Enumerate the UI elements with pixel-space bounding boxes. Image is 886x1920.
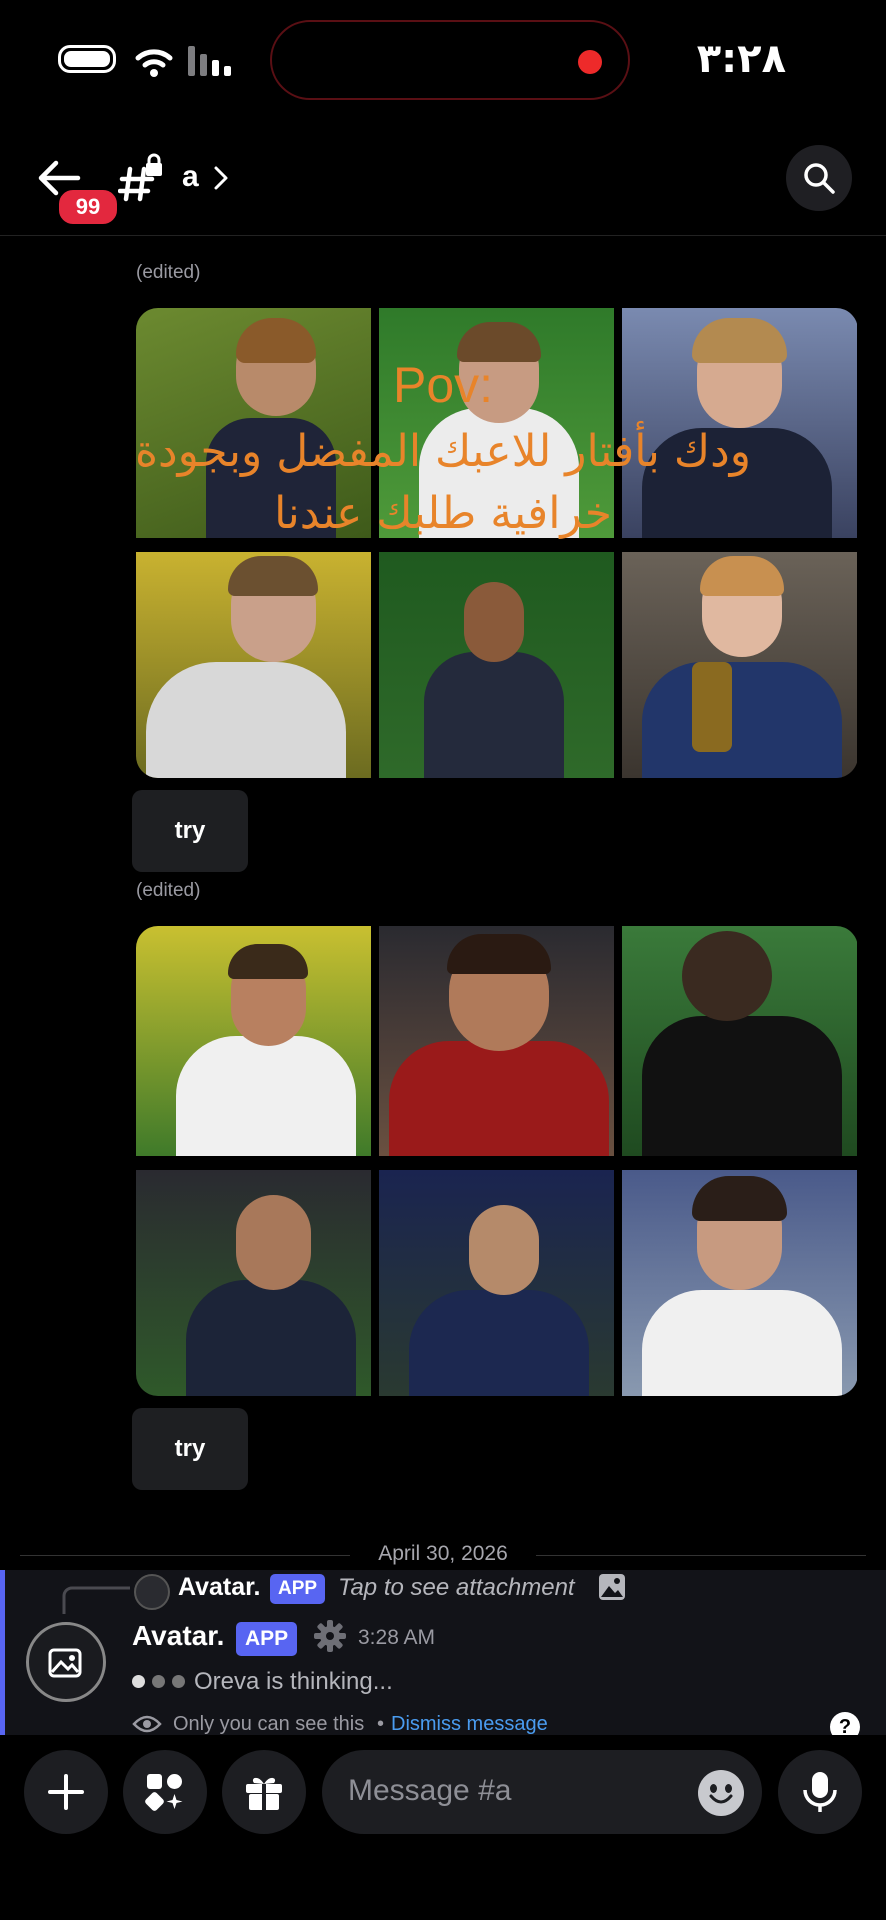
apps-button[interactable] xyxy=(123,1750,207,1834)
gear-icon xyxy=(314,1620,346,1652)
image-tile[interactable] xyxy=(622,552,857,778)
emoji-icon[interactable] xyxy=(698,1770,744,1816)
chevron-right-icon[interactable] xyxy=(212,165,230,191)
ephemeral-notice: Only you can see this • Dismiss message … xyxy=(0,1700,886,1735)
app-tag: APP xyxy=(236,1622,298,1656)
date-divider-label: April 30, 2026 xyxy=(378,1542,508,1565)
image-tile[interactable] xyxy=(379,926,614,1156)
separator-dot: • xyxy=(377,1713,385,1735)
edited-label: (edited) xyxy=(136,880,201,901)
image-tile[interactable] xyxy=(379,1170,614,1396)
edited-label: (edited) xyxy=(136,262,201,283)
message-timestamp: 3:28 AM xyxy=(358,1626,436,1649)
reply-avatar xyxy=(134,1574,170,1610)
image-tile[interactable] xyxy=(136,552,371,778)
typing-dots-icon xyxy=(132,1675,190,1689)
overlay-subtitle: خرافية طلبك عندنا xyxy=(274,488,612,539)
cellular-signal-icon xyxy=(188,46,231,76)
reply-text[interactable]: Tap to see attachment xyxy=(338,1574,575,1602)
overlay-title: Pov: xyxy=(392,357,494,413)
image-tile[interactable] xyxy=(136,926,371,1156)
date-divider: April 30, 2026 xyxy=(20,1540,866,1570)
gift-icon xyxy=(246,1777,282,1810)
plus-icon xyxy=(48,1774,84,1810)
gift-button[interactable] xyxy=(222,1750,306,1834)
app-tag: APP xyxy=(270,1574,326,1604)
try-button[interactable]: try xyxy=(132,1408,248,1490)
help-icon[interactable]: ? xyxy=(830,1712,860,1735)
image-tile[interactable] xyxy=(136,1170,371,1396)
image-tile[interactable] xyxy=(379,552,614,778)
image-attachment-icon xyxy=(599,1574,625,1600)
hash-lock-icon xyxy=(118,153,162,202)
add-button[interactable] xyxy=(24,1750,108,1834)
unread-badge: 99 xyxy=(56,187,120,227)
eye-icon xyxy=(132,1715,162,1733)
ephemeral-text: Only you can see this xyxy=(173,1713,365,1735)
image-icon xyxy=(48,1648,82,1678)
author-name[interactable]: Avatar. xyxy=(132,1620,224,1652)
avatar[interactable] xyxy=(26,1622,106,1702)
image-grid[interactable] xyxy=(136,926,858,1396)
search-icon xyxy=(804,163,835,194)
channel-name[interactable]: a xyxy=(182,160,199,194)
dismiss-message-link[interactable]: Dismiss message xyxy=(391,1713,548,1735)
message-placeholder: Message #a xyxy=(348,1774,512,1807)
image-tile[interactable] xyxy=(622,926,857,1156)
wifi-icon xyxy=(135,49,173,77)
microphone-icon xyxy=(803,1772,837,1812)
search-button[interactable] xyxy=(786,145,852,211)
thinking-status: Oreva is thinking... xyxy=(194,1668,393,1695)
overlay-subtitle: ودك بأفتار للاعبك المفضل وبجودة xyxy=(134,426,752,477)
status-time: ٣:٢٨ xyxy=(696,36,786,82)
header-divider xyxy=(0,235,886,236)
battery-icon xyxy=(58,45,116,73)
image-tile[interactable] xyxy=(622,1170,857,1396)
voice-button[interactable] xyxy=(778,1750,862,1834)
reply-author[interactable]: Avatar. xyxy=(178,1573,260,1602)
dynamic-island xyxy=(270,20,630,100)
reply-connector xyxy=(62,1586,130,1614)
recording-indicator-icon xyxy=(578,50,602,74)
apps-icon xyxy=(145,1774,183,1811)
try-button[interactable]: try xyxy=(132,790,248,872)
